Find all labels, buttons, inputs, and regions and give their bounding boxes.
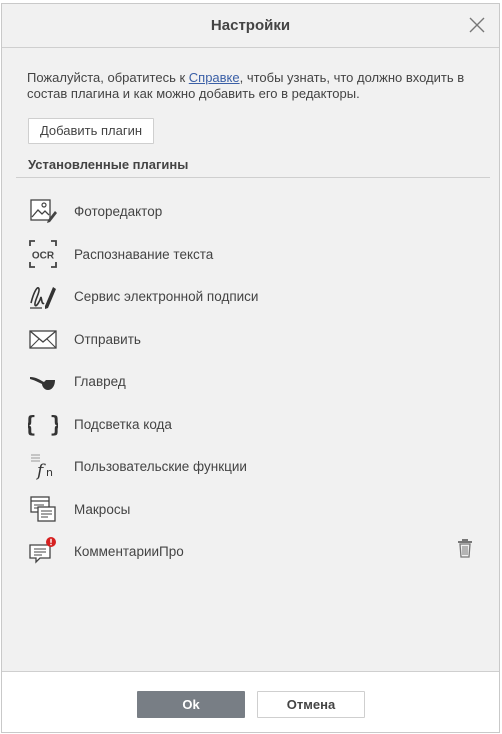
plugin-item-code-highlight[interactable]: { } Подсветка кода [2, 404, 499, 444]
comment-alert-icon [29, 537, 56, 564]
plugin-label: Подсветка кода [74, 417, 172, 432]
plugin-item-custom-functions[interactable]: f n Пользовательские функции [2, 446, 499, 486]
ocr-text: OCR [32, 251, 55, 262]
curly-braces-icon: { } [28, 413, 58, 438]
envelope-icon [29, 330, 57, 349]
dialog-footer: Ok Отмена [2, 671, 499, 732]
info-prefix: Пожалуйста, обратитесь к [27, 70, 189, 85]
close-icon [469, 17, 485, 33]
macros-icon [30, 496, 56, 522]
svg-text:f: f [35, 461, 46, 481]
divider [16, 177, 490, 178]
svg-text:{ }: { } [28, 413, 58, 438]
close-button[interactable] [467, 15, 487, 35]
plugin-item-glavred[interactable]: Главред [2, 361, 499, 401]
dialog-header: Настройки [2, 4, 499, 48]
signature-pen-icon [30, 287, 56, 309]
plugin-label: Пользовательские функции [74, 459, 247, 474]
plugin-label: Макросы [74, 502, 131, 517]
plugin-label: Фоторедактор [74, 204, 163, 219]
dialog-title: Настройки [210, 17, 291, 34]
plugin-item-comments-pro[interactable]: КомментарииПро [2, 531, 499, 571]
function-icon: f n [31, 454, 53, 481]
ocr-icon: OCR [29, 240, 57, 268]
svg-text:n: n [46, 466, 53, 479]
help-link[interactable]: Справке [189, 70, 240, 85]
plugin-label: Отправить [74, 332, 141, 347]
add-plugin-button[interactable]: Добавить плагин [28, 118, 154, 144]
ok-button[interactable]: Ok [137, 691, 245, 718]
cancel-button[interactable]: Отмена [257, 691, 365, 718]
photo-editor-icon [30, 199, 57, 223]
plugin-label: КомментарииПро [74, 544, 184, 559]
plugin-label: Сервис электронной подписи [74, 289, 259, 304]
plugin-label: Распознавание текста [74, 247, 214, 262]
plugin-item-send[interactable]: Отправить [2, 319, 499, 359]
plugin-info-text: Пожалуйста, обратитесь к Справке, чтобы … [27, 70, 467, 102]
page: Настройки Пожалуйста, обратитесь к Справ… [0, 0, 502, 734]
delete-plugin-button[interactable] [457, 537, 473, 559]
plugin-item-macros[interactable]: Макросы [2, 489, 499, 529]
pipe-icon [30, 377, 55, 390]
plugin-item-signature[interactable]: Сервис электронной подписи [2, 276, 499, 316]
plugin-item-ocr[interactable]: OCR Распознавание текста [2, 234, 499, 274]
plugin-item-photo-editor[interactable]: Фоторедактор [2, 191, 499, 231]
plugin-label: Главред [74, 374, 126, 389]
settings-dialog: Настройки Пожалуйста, обратитесь к Справ… [1, 3, 500, 733]
installed-plugins-heading: Установленные плагины [28, 157, 189, 172]
trash-icon [458, 539, 472, 558]
